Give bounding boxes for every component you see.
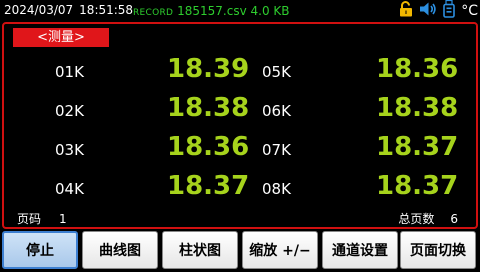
measurement-row: 04K 18.37 08K 18.37 bbox=[4, 171, 476, 209]
temperature-unit: °C bbox=[461, 3, 478, 19]
status-bar: 2024/03/07 18:51:58 RECORD 185157.csv 4.0… bbox=[0, 0, 480, 21]
channel-label: 04K bbox=[55, 180, 84, 198]
unlock-icon[interactable] bbox=[399, 1, 413, 21]
channel-label: 07K bbox=[262, 141, 291, 159]
page-label: 页码 bbox=[17, 212, 42, 226]
usb-drive-icon bbox=[443, 0, 456, 22]
status-icons: °C bbox=[399, 0, 478, 22]
channel-value: 18.36 bbox=[167, 132, 250, 162]
page-number: 1 bbox=[59, 212, 67, 226]
channel-value: 18.37 bbox=[376, 132, 459, 162]
channel-label: 05K bbox=[262, 63, 291, 81]
channel-value: 18.37 bbox=[376, 171, 459, 201]
mode-tab-measure[interactable]: <测量> bbox=[13, 28, 109, 47]
bar-chart-button[interactable]: 柱状图 bbox=[162, 231, 238, 269]
record-info: RECORD 185157.csv 4.0 KB bbox=[133, 4, 290, 18]
total-pages-indicator: 总页数 6 bbox=[398, 210, 458, 227]
measurement-row: 01K 18.39 05K 18.36 bbox=[4, 54, 476, 92]
curve-chart-button[interactable]: 曲线图 bbox=[82, 231, 158, 269]
record-file-size: 4.0 KB bbox=[250, 4, 290, 18]
channel-label: 08K bbox=[262, 180, 291, 198]
time-text: 18:51:58 bbox=[79, 3, 134, 17]
channel-value: 18.38 bbox=[167, 93, 250, 123]
channel-label: 02K bbox=[55, 102, 84, 120]
total-pages-label: 总页数 bbox=[398, 212, 435, 226]
channel-label: 06K bbox=[262, 102, 291, 120]
channel-value: 18.36 bbox=[376, 54, 459, 84]
channel-settings-button[interactable]: 通道设置 bbox=[322, 231, 398, 269]
page-indicator: 页码 1 bbox=[17, 210, 67, 227]
channel-label: 01K bbox=[55, 63, 84, 81]
channel-value: 18.39 bbox=[167, 54, 250, 84]
measurement-panel: <测量> 01K 18.39 05K 18.36 02K 18.38 06K 1… bbox=[2, 22, 478, 229]
page-switch-button[interactable]: 页面切换 bbox=[400, 231, 476, 269]
channel-value: 18.38 bbox=[376, 93, 459, 123]
date-text: 2024/03/07 bbox=[4, 3, 74, 17]
datetime: 2024/03/07 18:51:58 bbox=[4, 3, 133, 17]
total-pages-number: 6 bbox=[450, 212, 458, 226]
measurement-row: 02K 18.38 06K 18.38 bbox=[4, 93, 476, 131]
function-button-bar: 停止 曲线图 柱状图 缩放 +/− 通道设置 页面切换 bbox=[0, 230, 480, 272]
speaker-icon[interactable] bbox=[419, 1, 437, 21]
channel-label: 03K bbox=[55, 141, 84, 159]
measurement-row: 03K 18.36 07K 18.37 bbox=[4, 132, 476, 170]
zoom-button[interactable]: 缩放 +/− bbox=[242, 231, 318, 269]
record-label: RECORD bbox=[133, 8, 174, 18]
record-file-name: 185157.csv bbox=[177, 4, 247, 18]
stop-button[interactable]: 停止 bbox=[2, 231, 78, 269]
channel-value: 18.37 bbox=[167, 171, 250, 201]
